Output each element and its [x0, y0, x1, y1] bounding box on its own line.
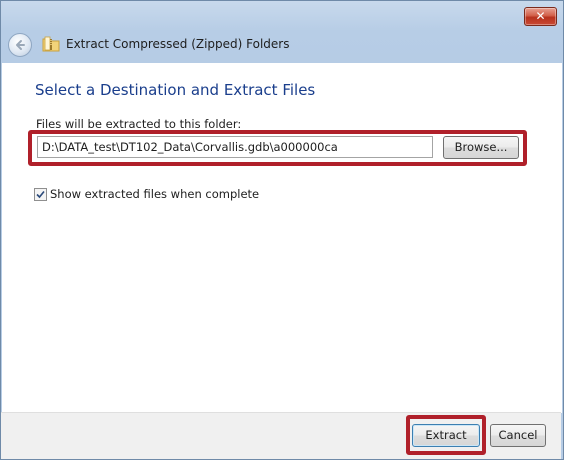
back-button[interactable] [8, 33, 32, 57]
show-files-label: Show extracted files when complete [50, 187, 260, 201]
close-button[interactable]: ✕ [524, 7, 557, 26]
show-files-checkbox[interactable] [34, 188, 47, 201]
cancel-button[interactable]: Cancel [490, 424, 546, 447]
extract-button[interactable]: Extract [412, 424, 480, 447]
destination-label: Files will be extracted to this folder: [36, 117, 242, 131]
close-icon: ✕ [535, 9, 546, 23]
extract-dialog-window: ✕ Extract Compressed (Zipped) Folders Se… [0, 0, 564, 460]
title-bar: Extract Compressed (Zipped) Folders [2, 27, 562, 63]
page-heading: Select a Destination and Extract Files [35, 81, 316, 99]
browse-button[interactable]: Browse... [443, 136, 519, 159]
checkmark-icon [36, 190, 45, 199]
zip-folder-icon [42, 36, 60, 52]
back-arrow-icon [16, 40, 25, 50]
destination-path-field[interactable]: D:\DATA_test\DT102_Data\Corvallis.gdb\a0… [37, 136, 433, 158]
dialog-content: Select a Destination and Extract Files F… [2, 63, 562, 413]
window-title: Extract Compressed (Zipped) Folders [66, 37, 290, 51]
